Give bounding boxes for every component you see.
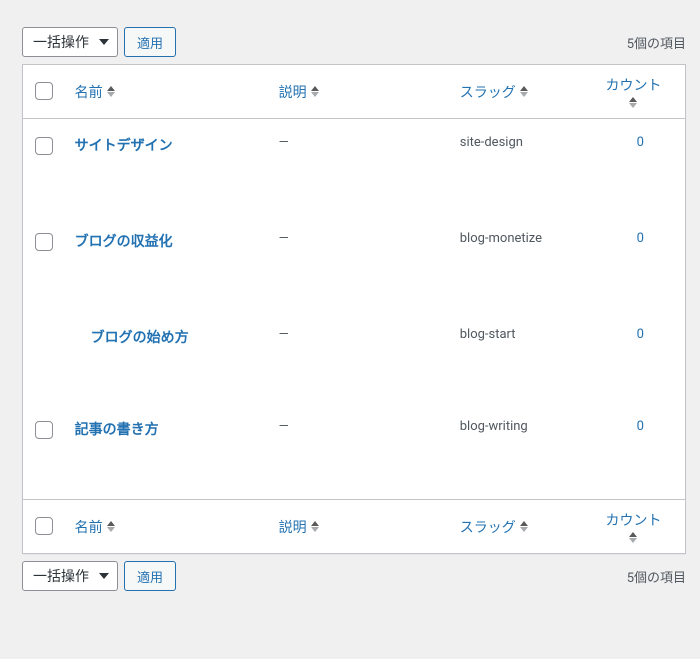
row-name-cell: サイトデザイン bbox=[65, 119, 269, 215]
select-all-bottom[interactable] bbox=[35, 517, 53, 535]
row-name-cell: ブログの始め方 bbox=[65, 311, 269, 403]
row-name-cell: 記事の書き方 bbox=[65, 403, 269, 499]
terms-table: 名前 説明 スラッグ カウント bbox=[22, 64, 686, 554]
row-slug: site-design bbox=[450, 119, 596, 215]
sort-icon bbox=[520, 521, 528, 532]
tablenav-top: 一括操作 適用 5個の項目 bbox=[22, 20, 686, 64]
row-checkbox-cell bbox=[23, 119, 65, 215]
col-slug-header[interactable]: スラッグ bbox=[450, 65, 596, 119]
col-name-label: 名前 bbox=[75, 517, 103, 537]
bulk-action-select[interactable]: 一括操作 bbox=[22, 27, 118, 57]
select-all-top[interactable] bbox=[35, 82, 53, 100]
row-title-link[interactable]: ブログの始め方 bbox=[91, 330, 189, 346]
col-count-label: カウント bbox=[605, 510, 661, 530]
table-row: サイトデザイン —site-design 0 bbox=[23, 119, 685, 215]
col-name-header[interactable]: 名前 bbox=[65, 65, 269, 119]
bulk-action-select-bottom[interactable]: 一括操作 bbox=[22, 561, 118, 591]
col-description-label: 説明 bbox=[279, 517, 307, 537]
col-name-label: 名前 bbox=[75, 82, 103, 102]
col-checkbox bbox=[23, 65, 65, 119]
row-checkbox-cell bbox=[23, 215, 65, 311]
row-title-link[interactable]: サイトデザイン bbox=[75, 138, 173, 154]
row-count-link[interactable]: 0 bbox=[637, 135, 644, 150]
col-description-label: 説明 bbox=[279, 82, 307, 102]
tablenav-bottom: 一括操作 適用 5個の項目 bbox=[22, 554, 686, 598]
row-slug: blog-monetize bbox=[450, 215, 596, 311]
col-name-footer[interactable]: 名前 bbox=[65, 499, 269, 553]
apply-button-bottom[interactable]: 適用 bbox=[124, 561, 176, 591]
col-slug-footer[interactable]: スラッグ bbox=[450, 499, 596, 553]
col-description-header[interactable]: 説明 bbox=[269, 65, 450, 119]
row-checkbox-cell bbox=[23, 311, 65, 403]
row-count-link[interactable]: 0 bbox=[637, 419, 644, 434]
col-count-footer[interactable]: カウント bbox=[595, 499, 685, 553]
row-checkbox[interactable] bbox=[35, 233, 53, 251]
col-slug-label: スラッグ bbox=[460, 82, 516, 102]
row-description: — bbox=[269, 403, 450, 499]
item-count-bottom: 5個の項目 bbox=[627, 567, 686, 586]
apply-button[interactable]: 適用 bbox=[124, 27, 176, 57]
row-slug: blog-writing bbox=[450, 403, 596, 499]
sort-icon bbox=[629, 97, 637, 108]
table-row: ブログの始め方 —blog-start 0 bbox=[23, 311, 685, 403]
row-description: — bbox=[269, 119, 450, 215]
row-checkbox-cell bbox=[23, 403, 65, 499]
row-description: — bbox=[269, 311, 450, 403]
col-description-footer[interactable]: 説明 bbox=[269, 499, 450, 553]
table-body: サイトデザイン—site-design0ブログの収益化—blog-monetiz… bbox=[23, 119, 685, 499]
row-name-cell: ブログの収益化 bbox=[65, 215, 269, 311]
row-count-cell: 0 bbox=[595, 215, 685, 311]
col-checkbox bbox=[23, 499, 65, 553]
row-count-cell: 0 bbox=[595, 119, 685, 215]
row-count-cell: 0 bbox=[595, 311, 685, 403]
row-count-link[interactable]: 0 bbox=[637, 231, 644, 246]
sort-icon bbox=[311, 86, 319, 97]
row-title-link[interactable]: 記事の書き方 bbox=[75, 422, 159, 438]
bulk-actions-bottom: 一括操作 適用 bbox=[22, 561, 176, 591]
row-count-link[interactable]: 0 bbox=[637, 327, 644, 342]
bulk-actions: 一括操作 適用 bbox=[22, 27, 176, 57]
col-slug-label: スラッグ bbox=[460, 517, 516, 537]
row-checkbox[interactable] bbox=[35, 421, 53, 439]
sort-icon bbox=[107, 86, 115, 97]
sort-icon bbox=[520, 86, 528, 97]
sort-icon bbox=[311, 521, 319, 532]
col-count-label: カウント bbox=[605, 75, 661, 95]
table-row: ブログの収益化 —blog-monetize 0 bbox=[23, 215, 685, 311]
row-description: — bbox=[269, 215, 450, 311]
table-row: 記事の書き方 —blog-writing 0 bbox=[23, 403, 685, 499]
row-checkbox[interactable] bbox=[35, 137, 53, 155]
item-count-top: 5個の項目 bbox=[627, 33, 686, 52]
row-slug: blog-start bbox=[450, 311, 596, 403]
sort-icon bbox=[629, 532, 637, 543]
col-count-header[interactable]: カウント bbox=[595, 65, 685, 119]
sort-icon bbox=[107, 521, 115, 532]
row-title-link[interactable]: ブログの収益化 bbox=[75, 234, 173, 250]
row-count-cell: 0 bbox=[595, 403, 685, 499]
